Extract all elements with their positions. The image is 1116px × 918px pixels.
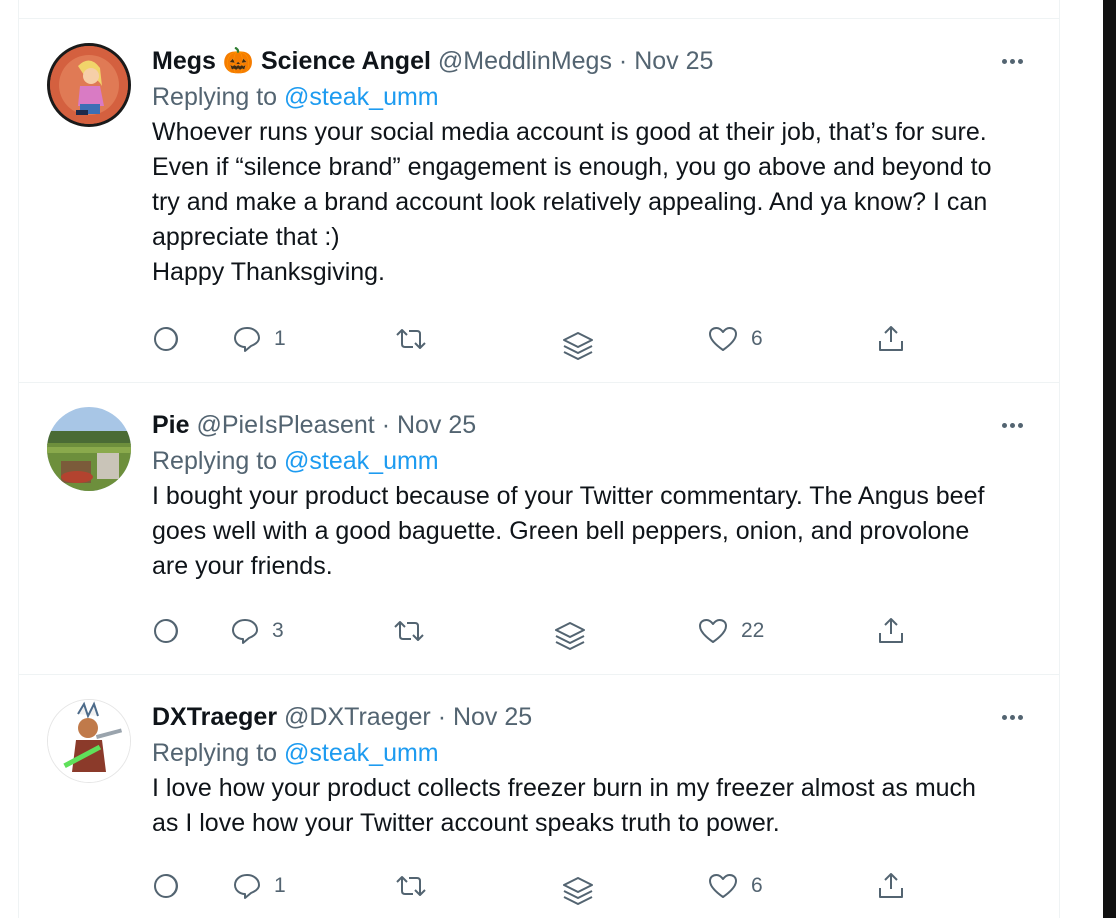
analytics-button[interactable] <box>152 866 180 906</box>
replying-to: Replying to @steak_umm <box>152 739 439 767</box>
circle-slice-icon <box>154 619 178 643</box>
like-button[interactable]: 22 <box>697 611 764 651</box>
tweet[interactable]: DXTraeger @DXTraeger · Nov 25 Replying t… <box>19 675 1059 918</box>
share-icon <box>879 618 903 643</box>
tweet[interactable]: Megs 🎃 Science Angel @MeddlinMegs · Nov … <box>19 19 1059 383</box>
display-name[interactable]: Pie <box>152 411 190 439</box>
tweet-header: Megs 🎃 Science Angel @MeddlinMegs · Nov … <box>152 43 1032 79</box>
analytics-button[interactable] <box>152 611 180 651</box>
share-button[interactable] <box>876 611 906 651</box>
reply-count: 1 <box>274 874 286 897</box>
text-line: Happy Thanksgiving. <box>152 258 386 286</box>
share-button[interactable] <box>876 866 906 906</box>
retweet-icon <box>396 329 426 349</box>
text-line: Whoever runs your social media account i… <box>152 118 987 146</box>
speech-bubble-icon <box>232 619 258 644</box>
avatar[interactable] <box>47 43 131 127</box>
layers-icon <box>563 332 593 360</box>
retweet-button[interactable] <box>394 866 428 906</box>
replying-to: Replying to @steak_umm <box>152 83 439 111</box>
tweet-text: I bought your product because of your Tw… <box>152 479 1032 584</box>
tweet-text: Whoever runs your social media account i… <box>152 115 1032 290</box>
mention-link[interactable]: @steak_umm <box>284 447 439 475</box>
reply-button[interactable]: 1 <box>232 866 286 906</box>
circle-slice-icon <box>154 327 178 351</box>
timestamp[interactable]: Nov 25 <box>634 47 713 75</box>
like-button[interactable]: 6 <box>707 319 763 359</box>
text-line: as I love how your Twitter account speak… <box>152 809 780 837</box>
like-count: 6 <box>751 874 763 897</box>
reply-button[interactable]: 3 <box>230 611 284 651</box>
avatar-image <box>50 46 128 124</box>
tweet-actions: 1 6 <box>152 319 912 360</box>
pumpkin-emoji: 🎃 <box>222 47 254 75</box>
more-dots-icon[interactable] <box>992 409 1032 441</box>
like-count: 6 <box>751 327 763 350</box>
circle-slice-icon <box>154 874 178 898</box>
reply-count: 3 <box>272 619 284 642</box>
avatar[interactable] <box>47 699 131 783</box>
separator-dot: · <box>381 411 391 439</box>
speech-bubble-icon <box>234 874 260 899</box>
username[interactable]: @DXTraeger <box>284 703 431 731</box>
retweet-button[interactable] <box>392 611 426 651</box>
tweet-header: DXTraeger @DXTraeger · Nov 25 <box>152 699 1032 735</box>
retweet-button[interactable] <box>394 319 428 359</box>
text-line: appreciate that :) <box>152 223 340 251</box>
text-line: try and make a brand account look relati… <box>152 188 988 216</box>
share-button[interactable] <box>876 319 906 359</box>
heart-icon <box>699 619 727 643</box>
stack-button[interactable] <box>560 872 596 912</box>
reply-count: 1 <box>274 327 286 350</box>
username[interactable]: @PieIsPleasent <box>196 411 374 439</box>
separator-dot: · <box>437 703 447 731</box>
text-line: Even if “silence brand” engagement is en… <box>152 153 992 181</box>
display-name[interactable]: DXTraeger <box>152 703 277 731</box>
display-name[interactable]: Megs 🎃 Science Angel <box>152 47 431 75</box>
stack-button[interactable] <box>560 327 596 367</box>
tweet-header: Pie @PieIsPleasent · Nov 25 <box>152 407 1032 443</box>
speech-bubble-icon <box>234 327 260 352</box>
tweet-actions: 1 6 <box>152 866 912 906</box>
share-icon <box>879 326 903 351</box>
heart-icon <box>709 327 737 351</box>
timestamp[interactable]: Nov 25 <box>397 411 476 439</box>
mention-link[interactable]: @steak_umm <box>284 739 439 767</box>
tweet-text: I love how your product collects freezer… <box>152 771 1032 841</box>
heart-icon <box>709 874 737 898</box>
text-line: are your friends. <box>152 552 333 580</box>
like-button[interactable]: 6 <box>707 866 763 906</box>
separator-dot: · <box>618 47 628 75</box>
like-count: 22 <box>741 619 765 642</box>
tweet[interactable]: Pie @PieIsPleasent · Nov 25 Replying to … <box>19 383 1059 675</box>
layers-icon <box>555 622 585 650</box>
text-line: goes well with a good baguette. Green be… <box>152 517 970 545</box>
avatar-image <box>47 407 131 491</box>
window-edge <box>1103 0 1116 918</box>
reply-button[interactable]: 1 <box>232 319 286 359</box>
layers-icon <box>563 877 593 905</box>
avatar-image <box>48 700 130 782</box>
retweet-icon <box>394 621 424 641</box>
share-icon <box>879 873 903 898</box>
avatar[interactable] <box>47 407 131 491</box>
more-dots-icon[interactable] <box>992 701 1032 733</box>
retweet-icon <box>396 876 426 896</box>
analytics-button[interactable] <box>152 319 180 359</box>
text-line: I love how your product collects freezer… <box>152 774 976 802</box>
stack-button[interactable] <box>552 617 588 657</box>
tweet-actions: 3 22 <box>152 611 912 651</box>
replying-to: Replying to @steak_umm <box>152 447 439 475</box>
timestamp[interactable]: Nov 25 <box>453 703 532 731</box>
mention-link[interactable]: @steak_umm <box>284 83 439 111</box>
username[interactable]: @MeddlinMegs <box>438 47 612 75</box>
text-line: I bought your product because of your Tw… <box>152 482 985 510</box>
tweet-feed: Megs 🎃 Science Angel @MeddlinMegs · Nov … <box>18 0 1060 918</box>
more-dots-icon[interactable] <box>992 45 1032 77</box>
